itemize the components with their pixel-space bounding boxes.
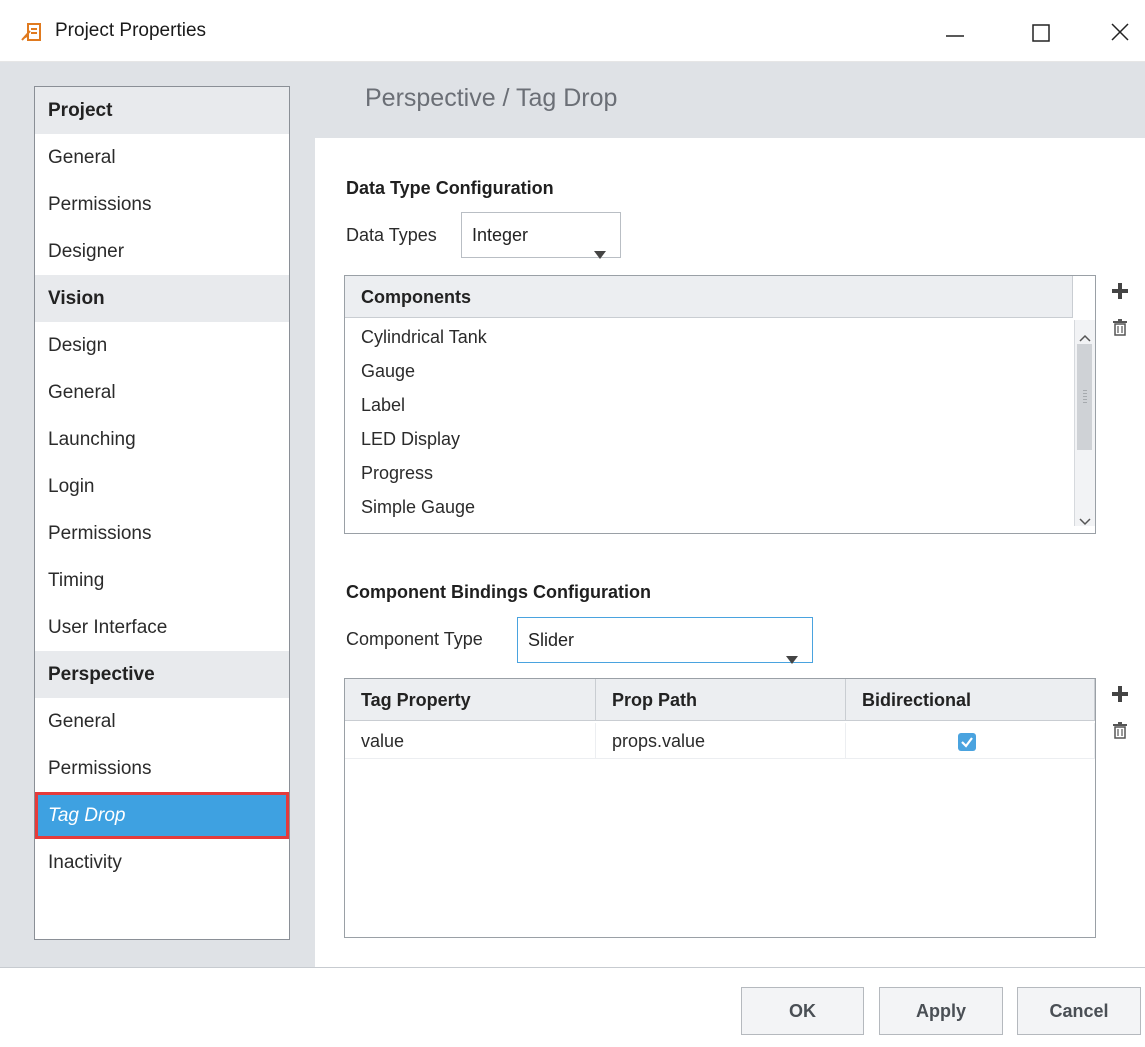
column-header-prop-path[interactable]: Prop Path [596, 679, 846, 721]
cell-tag-property[interactable]: value [345, 723, 596, 759]
trash-icon[interactable] [1110, 720, 1130, 740]
minimize-icon[interactable] [936, 12, 976, 52]
sidebar-item-tag-drop[interactable]: Tag Drop [35, 792, 289, 839]
maximize-icon[interactable] [1022, 12, 1062, 52]
sidebar-header-vision: Vision [35, 275, 289, 322]
project-properties-icon [20, 20, 44, 44]
data-types-dropdown[interactable]: Integer [461, 212, 621, 259]
data-type-config-heading: Data Type Configuration [346, 178, 554, 198]
trash-icon[interactable] [1110, 317, 1130, 337]
scrollbar-thumb[interactable] [1077, 344, 1092, 450]
bindings-table: Tag Property Prop Path Bidirectional val… [344, 678, 1096, 938]
sidebar-item-designer[interactable]: Designer [35, 228, 289, 275]
sidebar-nav-list: Project General Permissions Designer Vis… [34, 86, 290, 940]
column-header-tag-property[interactable]: Tag Property [345, 679, 596, 721]
sidebar-item-vision-general[interactable]: General [35, 369, 289, 416]
close-icon[interactable] [1100, 12, 1140, 52]
sidebar-item-project-general[interactable]: General [35, 134, 289, 181]
component-type-dropdown[interactable]: Slider [517, 617, 813, 664]
list-item[interactable]: LED Display [345, 422, 460, 456]
sidebar-item-launching[interactable]: Launching [35, 416, 289, 463]
sidebar-item-inactivity[interactable]: Inactivity [35, 839, 289, 886]
list-item[interactable]: Label [345, 388, 405, 422]
list-item[interactable]: Progress [345, 456, 433, 490]
scroll-up-icon[interactable] [1079, 326, 1091, 342]
page-title: Perspective / Tag Drop [365, 84, 618, 112]
sidebar-item-user-interface[interactable]: User Interface [35, 604, 289, 651]
sidebar-item-project-permissions[interactable]: Permissions [35, 181, 289, 228]
window-title: Project Properties [55, 20, 207, 41]
ok-button[interactable]: OK [741, 987, 864, 1035]
dialog-footer: OK Apply Cancel [0, 967, 1145, 1047]
sidebar-item-perspective-permissions[interactable]: Permissions [35, 745, 289, 792]
chevron-down-icon [786, 636, 798, 664]
data-types-label: Data Types [346, 225, 437, 245]
sidebar-item-perspective-general[interactable]: General [35, 698, 289, 745]
content-header: Perspective / Tag Drop [315, 62, 1145, 138]
sidebar-header-project: Project [35, 87, 289, 134]
component-type-label: Component Type [346, 629, 483, 649]
components-column-header[interactable]: Components [345, 276, 1073, 318]
sidebar-item-login[interactable]: Login [35, 463, 289, 510]
cancel-button[interactable]: Cancel [1017, 987, 1141, 1035]
plus-icon[interactable] [1110, 281, 1130, 301]
component-bindings-config-heading: Component Bindings Configuration [346, 582, 651, 602]
title-bar: Project Properties [0, 0, 1145, 62]
column-header-bidirectional[interactable]: Bidirectional [846, 679, 1095, 721]
plus-icon[interactable] [1110, 684, 1130, 704]
list-item[interactable]: Simple Gauge [345, 490, 475, 524]
sidebar-item-vision-permissions[interactable]: Permissions [35, 510, 289, 557]
cell-prop-path[interactable]: props.value [596, 723, 846, 759]
sidebar-item-timing[interactable]: Timing [35, 557, 289, 604]
data-types-value: Integer [472, 225, 529, 245]
list-item[interactable]: Cylindrical Tank [345, 320, 487, 354]
component-type-value: Slider [528, 630, 575, 650]
components-table: Components Cylindrical Tank Gauge Label … [344, 275, 1096, 534]
scroll-down-icon[interactable] [1079, 510, 1091, 526]
chevron-down-icon [594, 231, 606, 259]
sidebar-header-perspective: Perspective [35, 651, 289, 698]
components-scrollbar[interactable] [1074, 320, 1095, 526]
apply-button[interactable]: Apply [879, 987, 1003, 1035]
bidirectional-checkbox[interactable] [958, 733, 976, 751]
sidebar-item-design[interactable]: Design [35, 322, 289, 369]
list-item[interactable]: Gauge [345, 354, 415, 388]
content-area: Data Type Configuration Data Types Integ… [315, 138, 1145, 967]
